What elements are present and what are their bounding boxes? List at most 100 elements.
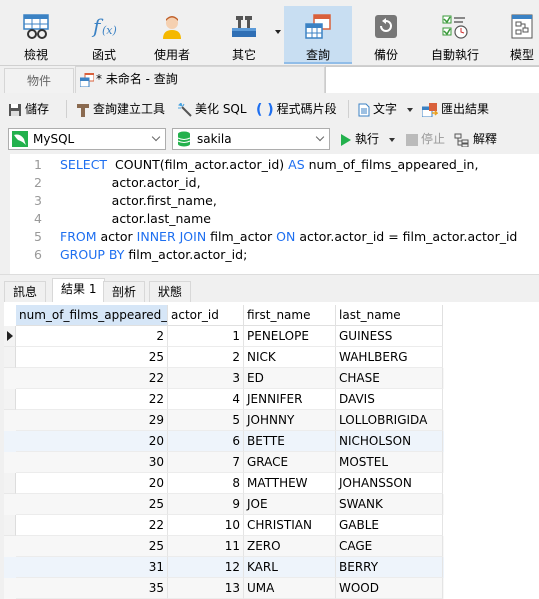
table-row[interactable]: 25 2 NICK WAHLBERG — [4, 347, 444, 368]
cell-actor-id[interactable]: 9 — [168, 494, 244, 515]
table-row[interactable]: 2 1 PENELOPE GUINESS — [4, 326, 444, 347]
result-grid[interactable]: num_of_films_appeared_in actor_id first_… — [4, 302, 539, 599]
cell-first-name[interactable]: GRACE — [244, 452, 336, 473]
cell-num-films[interactable]: 25 — [16, 347, 168, 368]
cell-last-name[interactable]: WOOD — [336, 578, 443, 599]
cell-num-films[interactable]: 20 — [16, 431, 168, 452]
cell-first-name[interactable]: CHRISTIAN — [244, 515, 336, 536]
cell-num-films[interactable]: 25 — [16, 536, 168, 557]
code-line[interactable]: 4 actor.last_name — [10, 210, 211, 228]
cell-first-name[interactable]: ZERO — [244, 536, 336, 557]
table-row[interactable]: 25 9 JOE SWANK — [4, 494, 444, 515]
database-select[interactable]: sakila — [172, 128, 330, 150]
cell-num-films[interactable]: 20 — [16, 473, 168, 494]
tab-status[interactable]: 狀態 — [149, 281, 192, 303]
run-dropdown-caret-icon[interactable] — [388, 137, 395, 142]
table-row[interactable]: 22 4 JENNIFER DAVIS — [4, 389, 444, 410]
cell-actor-id[interactable]: 13 — [168, 578, 244, 599]
ribbon-user-button[interactable]: 使用者 — [146, 6, 198, 64]
tab-profile[interactable]: 剖析 — [103, 281, 146, 303]
tab-result-1[interactable]: 結果 1 — [52, 278, 106, 303]
code-line[interactable]: 2 actor.actor_id, — [10, 174, 201, 192]
cell-actor-id[interactable]: 12 — [168, 557, 244, 578]
cell-last-name[interactable]: CHASE — [336, 368, 443, 389]
cell-actor-id[interactable]: 10 — [168, 515, 244, 536]
cell-num-films[interactable]: 22 — [16, 515, 168, 536]
tab-objects[interactable]: 物件 — [4, 68, 74, 93]
code-line[interactable]: 1 SELECT COUNT(film_actor.actor_id) AS nu… — [10, 156, 478, 174]
ribbon-model-button[interactable]: 模型 — [500, 6, 539, 64]
cell-last-name[interactable]: DAVIS — [336, 389, 443, 410]
cell-last-name[interactable]: WAHLBERG — [336, 347, 443, 368]
cell-first-name[interactable]: KARL — [244, 557, 336, 578]
cell-first-name[interactable]: NICK — [244, 347, 336, 368]
run-button[interactable]: 執行 — [340, 130, 395, 148]
cell-first-name[interactable]: JOE — [244, 494, 336, 515]
cell-num-films[interactable]: 29 — [16, 410, 168, 431]
table-row[interactable]: 22 10 CHRISTIAN GABLE — [4, 515, 444, 536]
cell-last-name[interactable]: CAGE — [336, 536, 443, 557]
table-row[interactable]: 29 5 JOHNNY LOLLOBRIGIDA — [4, 410, 444, 431]
cell-actor-id[interactable]: 11 — [168, 536, 244, 557]
code-line[interactable]: 3 actor.first_name, — [10, 192, 217, 210]
cell-actor-id[interactable]: 5 — [168, 410, 244, 431]
sql-editor[interactable]: 1 SELECT COUNT(film_actor.actor_id) AS nu… — [10, 154, 539, 274]
cell-last-name[interactable]: MOSTEL — [336, 452, 443, 473]
cell-num-films[interactable]: 31 — [16, 557, 168, 578]
cell-num-films[interactable]: 22 — [16, 389, 168, 410]
text-dropdown-caret-icon[interactable] — [406, 107, 413, 112]
export-results-button[interactable]: 匯出結果 — [422, 100, 489, 118]
cell-num-films[interactable]: 35 — [16, 578, 168, 599]
cell-actor-id[interactable]: 2 — [168, 347, 244, 368]
column-header-last-name[interactable]: last_name — [336, 305, 443, 326]
column-header-actor-id[interactable]: actor_id — [168, 305, 244, 326]
code-line[interactable]: 6 GROUP BY film_actor.actor_id; — [10, 246, 247, 264]
cell-num-films[interactable]: 2 — [16, 326, 168, 347]
beautify-sql-button[interactable]: 美化 SQL — [178, 100, 247, 118]
cell-last-name[interactable]: BERRY — [336, 557, 443, 578]
ribbon-others-button[interactable]: 其它 — [218, 6, 270, 64]
cell-last-name[interactable]: GUINESS — [336, 326, 443, 347]
column-header-first-name[interactable]: first_name — [244, 305, 336, 326]
others-dropdown-caret-icon[interactable] — [275, 30, 281, 34]
table-row[interactable]: 20 8 MATTHEW JOHANSSON — [4, 473, 444, 494]
cell-num-films[interactable]: 22 — [16, 368, 168, 389]
cell-first-name[interactable]: JOHNNY — [244, 410, 336, 431]
cell-first-name[interactable]: JENNIFER — [244, 389, 336, 410]
ribbon-view-button[interactable]: 檢視 — [12, 6, 60, 64]
ribbon-function-button[interactable]: f (x) 函式 — [80, 6, 128, 64]
table-row[interactable]: 25 11 ZERO CAGE — [4, 536, 444, 557]
ribbon-backup-button[interactable]: 備份 — [360, 6, 412, 64]
query-builder-button[interactable]: 查詢建立工具 — [76, 100, 165, 118]
cell-actor-id[interactable]: 7 — [168, 452, 244, 473]
cell-last-name[interactable]: SWANK — [336, 494, 443, 515]
cell-num-films[interactable]: 30 — [16, 452, 168, 473]
cell-first-name[interactable]: MATTHEW — [244, 473, 336, 494]
connection-select[interactable]: MySQL — [8, 128, 166, 150]
table-row[interactable]: 31 12 KARL BERRY — [4, 557, 444, 578]
cell-first-name[interactable]: PENELOPE — [244, 326, 336, 347]
table-row[interactable]: 30 7 GRACE MOSTEL — [4, 452, 444, 473]
table-row[interactable]: 35 13 UMA WOOD — [4, 578, 444, 599]
table-row[interactable]: 22 3 ED CHASE — [4, 368, 444, 389]
ribbon-automation-button[interactable]: 自動執行 — [424, 6, 486, 64]
table-row[interactable]: 20 6 BETTE NICHOLSON — [4, 431, 444, 452]
cell-last-name[interactable]: NICHOLSON — [336, 431, 443, 452]
tab-query[interactable]: * 未命名 - 查詢 — [75, 66, 325, 93]
text-button[interactable]: 文字 — [358, 100, 413, 118]
ribbon-query-button[interactable]: 查詢 — [284, 6, 352, 64]
cell-first-name[interactable]: BETTE — [244, 431, 336, 452]
cell-actor-id[interactable]: 1 — [168, 326, 244, 347]
cell-first-name[interactable]: ED — [244, 368, 336, 389]
cell-first-name[interactable]: UMA — [244, 578, 336, 599]
code-snippet-button[interactable]: ( ) 程式碼片段 — [256, 100, 337, 118]
cell-actor-id[interactable]: 3 — [168, 368, 244, 389]
save-button[interactable]: 儲存 — [8, 100, 49, 118]
cell-last-name[interactable]: JOHANSSON — [336, 473, 443, 494]
cell-actor-id[interactable]: 4 — [168, 389, 244, 410]
tab-messages[interactable]: 訊息 — [4, 281, 47, 303]
cell-last-name[interactable]: LOLLOBRIGIDA — [336, 410, 443, 431]
cell-actor-id[interactable]: 8 — [168, 473, 244, 494]
column-header-num-films[interactable]: num_of_films_appeared_in — [16, 305, 168, 326]
cell-actor-id[interactable]: 6 — [168, 431, 244, 452]
